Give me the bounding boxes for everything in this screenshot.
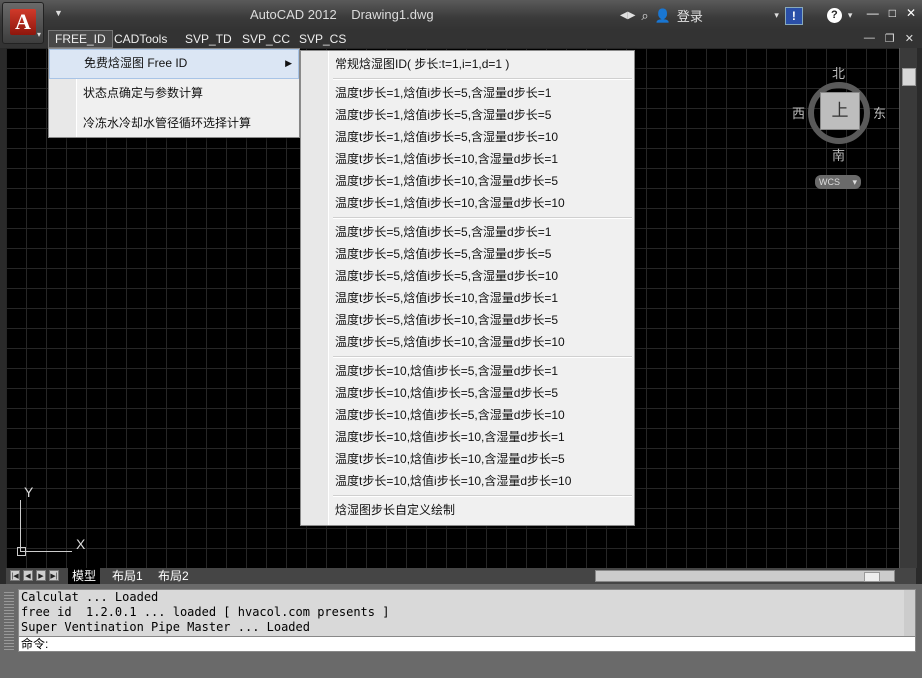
menu-item-state-point-calc[interactable]: 状态点确定与参数计算: [49, 79, 299, 109]
ucs-y-axis: [20, 500, 21, 552]
menu-svp-cc[interactable]: SVP_CC: [236, 30, 296, 48]
help-icon[interactable]: ?: [826, 8, 842, 23]
submenu-item-custom-step[interactable]: 焓湿图步长自定义绘制: [301, 499, 634, 521]
submenu-item[interactable]: 温度t步长=5,焓值i步长=5,含湿量d步长=1: [301, 221, 634, 243]
user-icon[interactable]: 👤: [655, 8, 671, 24]
submenu-item[interactable]: 温度t步长=1,焓值i步长=5,含湿量d步长=5: [301, 104, 634, 126]
minimize-button[interactable]: —: [867, 6, 879, 20]
search-left-arrow-icon[interactable]: ◀▶: [620, 10, 635, 21]
last-tab-icon[interactable]: ▶|: [49, 570, 59, 581]
application-menu-button[interactable]: A ▾: [2, 2, 44, 44]
infocenter: ◀▶ ⌕ 👤 登录 ▾ ! ? ▾: [620, 6, 852, 25]
tab-layout2[interactable]: 布局2: [154, 568, 193, 584]
ucs-x-axis: [20, 551, 72, 552]
doc-close-button[interactable]: ✕: [905, 32, 914, 45]
submenu-item[interactable]: 温度t步长=1,焓值i步长=10,含湿量d步长=1: [301, 148, 634, 170]
submenu-item[interactable]: 温度t步长=1,焓值i步长=10,含湿量d步长=5: [301, 170, 634, 192]
compass-east[interactable]: 东: [873, 103, 886, 122]
menu-item-free-psychrometric[interactable]: 免费焓湿图 Free ID ▶: [49, 49, 299, 79]
binoculars-icon[interactable]: ⌕: [641, 8, 648, 24]
status-bar: [0, 654, 922, 678]
submenu-arrow-icon: ▶: [285, 58, 292, 68]
command-grip-handle[interactable]: [4, 592, 14, 652]
compass-west[interactable]: 西: [792, 103, 805, 122]
hscroll-thumb[interactable]: [864, 572, 880, 582]
scroll-thumb[interactable]: [902, 68, 916, 86]
menu-separator: [301, 75, 634, 82]
window-controls: — □ ✕: [867, 6, 916, 20]
history-line: Super Ventination Pipe Master ... Loaded: [21, 620, 310, 634]
menu-svp-td[interactable]: SVP_TD: [179, 30, 238, 48]
quick-access-dropdown-icon[interactable]: ▼: [54, 8, 63, 18]
ucs-origin-icon: [17, 547, 26, 556]
title-bar: ▼ AutoCAD 2012 Drawing1.dwg ◀▶ ⌕ 👤 登录 ▾ …: [0, 0, 922, 30]
submenu-item[interactable]: 温度t步长=5,焓值i步长=10,含湿量d步长=10: [301, 331, 634, 353]
history-line: free id 1.2.0.1 ... loaded [ hvacol.com …: [21, 605, 390, 619]
menu-svp-cs[interactable]: SVP_CS: [293, 30, 352, 48]
window-title: AutoCAD 2012 Drawing1.dwg: [250, 7, 434, 22]
psychrometric-submenu: 常规焓湿图ID( 步长:t=1,i=1,d=1 ) 温度t步长=1,焓值i步长=…: [300, 50, 635, 526]
tab-model[interactable]: 模型: [68, 568, 101, 584]
autocad-logo-icon: A: [10, 9, 36, 35]
wcs-menu[interactable]: WCS: [815, 175, 861, 189]
submenu-item[interactable]: 温度t步长=10,焓值i步长=10,含湿量d步长=10: [301, 470, 634, 492]
submenu-item[interactable]: 温度t步长=5,焓值i步长=5,含湿量d步长=5: [301, 243, 634, 265]
first-tab-icon[interactable]: |◀: [10, 570, 20, 581]
ucs-y-label: Y: [24, 484, 34, 500]
command-scrollbar[interactable]: [904, 590, 915, 636]
menu-separator: [301, 214, 634, 221]
viewcube-top-face[interactable]: 上: [820, 92, 860, 130]
compass-south[interactable]: 南: [832, 145, 845, 164]
free-id-dropdown: 免费焓湿图 Free ID ▶ 状态点确定与参数计算 冷冻水冷却水管径循环选择计算: [48, 48, 300, 138]
next-tab-icon[interactable]: ▶: [36, 570, 46, 581]
command-prompt: 命令:: [21, 637, 49, 651]
vertical-scrollbar[interactable]: [899, 48, 917, 568]
menu-cadtools[interactable]: CADTools: [108, 30, 173, 48]
submenu-item[interactable]: 温度t步长=1,焓值i步长=10,含湿量d步长=10: [301, 192, 634, 214]
submenu-item[interactable]: 温度t步长=10,焓值i步长=5,含湿量d步长=5: [301, 382, 634, 404]
exchange-icon[interactable]: !: [784, 6, 803, 25]
close-button[interactable]: ✕: [906, 6, 916, 20]
login-dropdown-icon[interactable]: ▾: [709, 10, 779, 21]
command-window: Calculat ... Loaded free id 1.2.0.1 ... …: [0, 584, 922, 678]
submenu-item[interactable]: 温度t步长=10,焓值i步长=5,含湿量d步长=1: [301, 360, 634, 382]
command-input[interactable]: 命令:: [18, 636, 916, 652]
menu-item-pipe-selection-calc[interactable]: 冷冻水冷却水管径循环选择计算: [49, 109, 299, 139]
login-link[interactable]: 登录: [677, 6, 703, 25]
document-window-controls: — ❐ ✕: [864, 32, 914, 45]
submenu-item[interactable]: 温度t步长=5,焓值i步长=5,含湿量d步长=10: [301, 265, 634, 287]
menu-bar: FREE_ID CADTools SVP_TD SVP_CC SVP_CS — …: [0, 30, 922, 48]
compass-north[interactable]: 北: [832, 63, 845, 82]
submenu-item[interactable]: 温度t步长=1,焓值i步长=5,含湿量d步长=10: [301, 126, 634, 148]
tab-layout1[interactable]: 布局1: [108, 568, 147, 584]
maximize-button[interactable]: □: [889, 6, 896, 20]
menu-separator: [301, 492, 634, 499]
submenu-item[interactable]: 温度t步长=1,焓值i步长=5,含湿量d步长=1: [301, 82, 634, 104]
menu-free-id[interactable]: FREE_ID: [48, 30, 113, 48]
submenu-item[interactable]: 温度t步长=10,焓值i步长=10,含湿量d步长=5: [301, 448, 634, 470]
ucs-x-label: X: [76, 536, 86, 552]
submenu-item[interactable]: 温度t步长=10,焓值i步长=10,含湿量d步长=1: [301, 426, 634, 448]
prev-tab-icon[interactable]: ◀: [23, 570, 33, 581]
chevron-down-icon: ▾: [36, 30, 41, 39]
help-dropdown-icon[interactable]: ▾: [848, 10, 853, 21]
submenu-item[interactable]: 温度t步长=10,焓值i步长=5,含湿量d步长=10: [301, 404, 634, 426]
doc-minimize-button[interactable]: —: [864, 32, 875, 45]
history-line: Calculat ... Loaded: [21, 590, 159, 604]
horizontal-scrollbar[interactable]: [595, 570, 895, 582]
menu-separator: [301, 353, 634, 360]
submenu-item[interactable]: 温度t步长=5,焓值i步长=10,含湿量d步长=5: [301, 309, 634, 331]
command-history: Calculat ... Loaded free id 1.2.0.1 ... …: [18, 589, 916, 639]
submenu-item[interactable]: 温度t步长=5,焓值i步长=10,含湿量d步长=1: [301, 287, 634, 309]
doc-restore-button[interactable]: ❐: [885, 32, 895, 45]
submenu-item-standard[interactable]: 常规焓湿图ID( 步长:t=1,i=1,d=1 ): [301, 53, 634, 75]
